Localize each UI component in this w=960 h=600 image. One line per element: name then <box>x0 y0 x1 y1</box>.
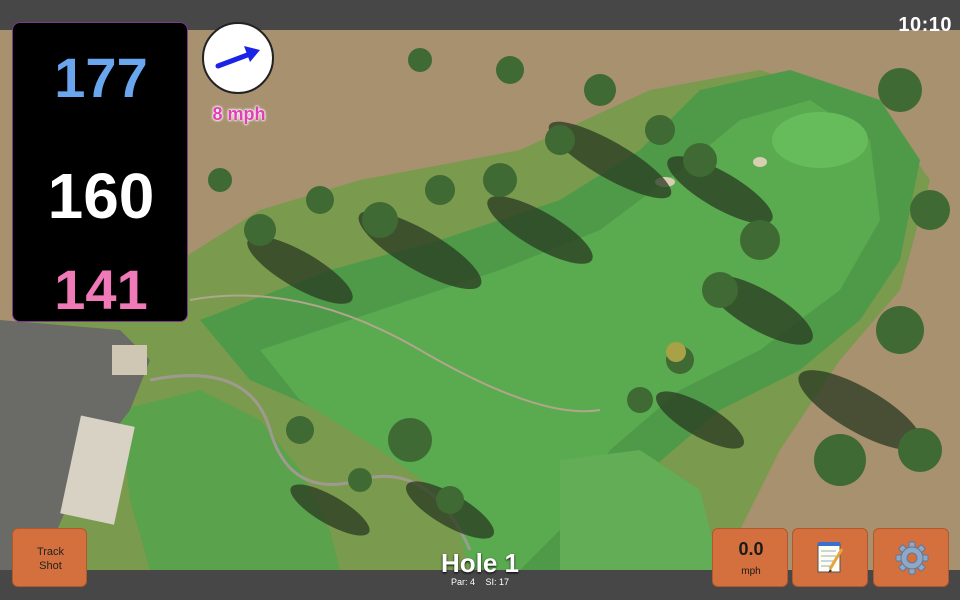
wind-speed-label: 8 mph <box>212 104 266 124</box>
hole-stroke-index: SI: 17 <box>485 577 510 587</box>
front-of-green-distance: 141 <box>54 258 148 321</box>
track-shot-label: Track Shot <box>36 546 65 572</box>
speed-unit: mph <box>741 566 761 577</box>
back-of-green-distance: 177 <box>54 46 148 109</box>
notepad-icon <box>817 542 844 573</box>
hole-par: Par: 4 <box>450 577 475 587</box>
distance-panel: 177 160 141 <box>12 22 188 322</box>
track-shot-button[interactable]: Track Shot <box>12 528 87 587</box>
hole-info: Par: 4 SI: 17 <box>380 577 580 587</box>
wind-direction-dial <box>202 22 274 94</box>
gear-icon <box>895 541 929 575</box>
speed-button[interactable]: 0.0 mph <box>712 528 788 587</box>
hole-title: Hole 1 <box>440 548 520 578</box>
middle-of-green-distance: 160 <box>47 160 155 232</box>
wind-arrow-icon <box>215 46 260 69</box>
settings-button[interactable] <box>873 528 949 587</box>
status-clock: 10:10 <box>898 14 952 36</box>
speed-value: 0.0 <box>738 539 764 559</box>
scorecard-notes-button[interactable] <box>792 528 868 587</box>
